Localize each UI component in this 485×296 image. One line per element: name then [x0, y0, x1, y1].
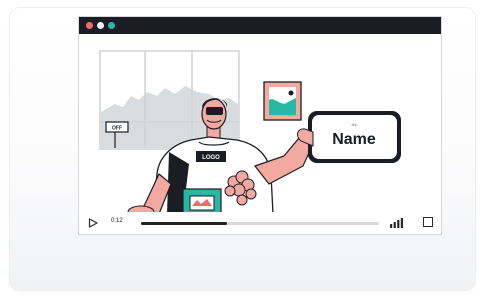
progress-bar[interactable]	[141, 222, 379, 225]
progress-fill	[141, 222, 227, 225]
sign-text: OFF	[112, 126, 122, 132]
shirt-logo-text: LOGO	[202, 155, 220, 161]
window-dot-white	[97, 22, 104, 29]
phone-small-text: It's	[352, 122, 357, 127]
play-icon[interactable]	[88, 218, 98, 228]
video-frame-illustration[interactable]: OFF LOGO It's Name	[79, 34, 441, 214]
fullscreen-icon[interactable]	[423, 217, 433, 227]
time-label: 0:12	[111, 218, 123, 224]
wall-picture-frame	[263, 81, 302, 121]
phone-name-text: Name	[332, 131, 376, 148]
player-controls: 0:12	[79, 212, 441, 234]
video-card: OFF LOGO It's Name 0:12	[10, 8, 475, 290]
window-dot-teal	[108, 22, 115, 29]
window-dot-red	[86, 22, 93, 29]
smartphone-card: It's Name	[297, 111, 401, 163]
video-player-window: OFF LOGO It's Name 0:12	[78, 16, 442, 235]
window-titlebar	[79, 17, 441, 34]
volume-icon[interactable]	[390, 217, 404, 228]
